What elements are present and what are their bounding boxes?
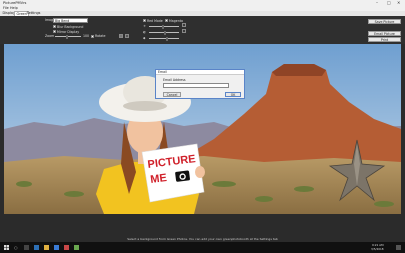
- red-mode-label: Red Mode: [147, 18, 163, 23]
- color-picker-2[interactable]: [125, 34, 129, 38]
- red-mode-checkbox[interactable]: [143, 19, 146, 22]
- magenta-checkbox[interactable]: [165, 19, 168, 22]
- zoom-slider-track: [55, 36, 81, 37]
- sign-text-line2: ME: [150, 172, 168, 186]
- rotate-label: Rotate: [95, 34, 106, 38]
- image-select[interactable]: Big Bend: [53, 18, 88, 23]
- clock-date: 3/5/2018: [371, 246, 384, 251]
- task-view-icon[interactable]: [24, 245, 29, 250]
- dialog-ok-button[interactable]: OK: [225, 92, 241, 97]
- color-picker-3[interactable]: [182, 23, 186, 27]
- control-panel: Image: Big Bend Blur Background Mirror D…: [0, 16, 405, 44]
- saturation-slider-handle[interactable]: [166, 36, 168, 41]
- brightness-slider-track: [149, 26, 179, 27]
- email-dialog: Email Email Address Cancel OK: [155, 69, 245, 99]
- zoom-label: Zoom: [45, 34, 55, 38]
- save-picture-button[interactable]: Save Picture: [368, 19, 401, 24]
- store-icon[interactable]: [54, 245, 59, 250]
- mirror-display-label: Mirror Display: [57, 29, 80, 34]
- camera-icon: [175, 170, 190, 182]
- dialog-cancel-button[interactable]: Cancel: [163, 92, 181, 97]
- windows-start-icon[interactable]: [4, 245, 9, 250]
- image-select-value: Big Bend: [55, 19, 70, 23]
- contrast-slider-handle[interactable]: [164, 30, 166, 35]
- windows-taskbar: ○ 9:21 AM 3/5/2018: [0, 242, 405, 253]
- picture-me-sign: PICTURE ME: [141, 143, 205, 203]
- contrast-icon: ◐: [143, 30, 146, 34]
- magenta-label: Magenta: [169, 18, 183, 23]
- color-picker-1[interactable]: [119, 34, 123, 38]
- saturation-slider-track: [149, 38, 179, 39]
- email-address-input[interactable]: [163, 83, 229, 88]
- search-icon[interactable]: ○: [14, 245, 19, 250]
- brightness-slider-handle[interactable]: [162, 24, 164, 29]
- print-button[interactable]: Print: [368, 37, 401, 42]
- saturation-icon: ◆: [143, 36, 146, 40]
- zoom-slider-handle[interactable]: [66, 34, 68, 39]
- rotate-checkbox[interactable]: [91, 34, 94, 38]
- email-picture-button[interactable]: Email Picture: [368, 31, 401, 36]
- email-address-label: Email Address: [163, 78, 186, 82]
- blur-background-label: Blur Background: [57, 24, 84, 29]
- color-picker-4[interactable]: [182, 29, 186, 33]
- email-dialog-title: Email: [156, 70, 244, 75]
- file-explorer-icon[interactable]: [44, 245, 49, 250]
- zoom-value: 100: [83, 34, 90, 38]
- notifications-icon[interactable]: [396, 245, 401, 250]
- picture-app-icon[interactable]: [74, 245, 79, 250]
- edge-browser-icon[interactable]: [34, 245, 39, 250]
- app-icon[interactable]: [64, 245, 69, 250]
- blur-background-checkbox[interactable]: [53, 25, 56, 28]
- mirror-display-checkbox[interactable]: [53, 30, 56, 33]
- brightness-icon: ☀: [143, 24, 146, 28]
